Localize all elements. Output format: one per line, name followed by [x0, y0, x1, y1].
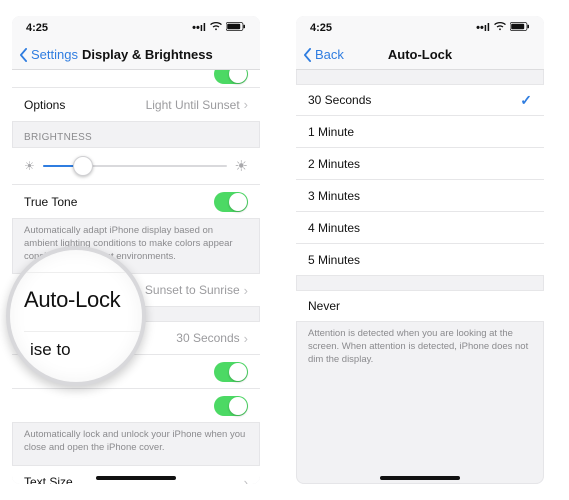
- autolock-option-label: Never: [308, 299, 340, 313]
- raise-note: Automatically lock and unlock your iPhon…: [12, 423, 260, 465]
- truetone-toggle[interactable]: [214, 192, 248, 212]
- magnifier-autolock-label: Auto-Lock: [24, 287, 142, 313]
- textsize-label: Text Size: [24, 475, 73, 484]
- status-bar: 4:25 ••ıl: [296, 16, 544, 40]
- chevron-right-icon: ›: [244, 331, 248, 346]
- appearance-toggle-partial[interactable]: [214, 70, 248, 84]
- autolock-option-label: 3 Minutes: [308, 189, 360, 203]
- brightness-slider-row: ☀︎ ☀︎: [12, 147, 260, 185]
- back-button[interactable]: Back: [302, 47, 344, 62]
- raise-toggle-2[interactable]: [214, 396, 248, 416]
- autolock-option[interactable]: 1 Minute: [296, 116, 544, 148]
- phone-autolock: 4:25 ••ıl Back Auto-Lock 30 Seconds ✓ 1 Mi…: [296, 16, 544, 484]
- textsize-row[interactable]: Text Size ›: [12, 465, 260, 484]
- autolock-option-label: 1 Minute: [308, 125, 354, 139]
- signal-icon: ••ıl: [192, 22, 206, 34]
- nav-bar: Settings Display & Brightness: [12, 40, 260, 70]
- page-title: Display & Brightness: [82, 47, 213, 62]
- autolock-option-label: 2 Minutes: [308, 157, 360, 171]
- autolock-option-label: 5 Minutes: [308, 253, 360, 267]
- options-value: Light Until Sunset: [146, 98, 240, 112]
- magnifier-partial-text: ise to: [30, 340, 142, 360]
- magnifier-callout: Auto-Lock ise to: [6, 246, 146, 386]
- signal-icon: ••ıl: [476, 22, 490, 34]
- sun-dim-icon: ☀︎: [24, 159, 35, 173]
- status-bar: 4:25 ••ıl: [12, 16, 260, 40]
- autolock-option[interactable]: 3 Minutes: [296, 180, 544, 212]
- wifi-icon: [210, 22, 222, 34]
- options-row[interactable]: Options Light Until Sunset ›: [12, 88, 260, 122]
- autolock-option[interactable]: 30 Seconds ✓: [296, 84, 544, 116]
- back-label: Settings: [31, 47, 78, 62]
- autolock-option-label: 4 Minutes: [308, 221, 360, 235]
- nav-bar: Back Auto-Lock: [296, 40, 544, 70]
- options-label: Options: [24, 98, 65, 112]
- raise-toggle-1[interactable]: [214, 362, 248, 382]
- home-indicator: [96, 476, 176, 480]
- battery-icon: [226, 22, 246, 34]
- autolock-option-label: 30 Seconds: [308, 93, 371, 107]
- chevron-right-icon: ›: [244, 475, 248, 484]
- battery-icon: [510, 22, 530, 34]
- autolock-option[interactable]: 5 Minutes: [296, 244, 544, 276]
- autolock-value: 30 Seconds: [176, 331, 239, 345]
- back-button[interactable]: Settings: [18, 47, 78, 62]
- autolock-option[interactable]: 4 Minutes: [296, 212, 544, 244]
- chevron-right-icon: ›: [244, 283, 248, 298]
- autolock-option[interactable]: 2 Minutes: [296, 148, 544, 180]
- checkmark-icon: ✓: [520, 92, 532, 109]
- brightness-slider[interactable]: [43, 165, 227, 167]
- chevron-right-icon: ›: [244, 97, 248, 112]
- autolock-footer: Attention is detected when you are looki…: [296, 322, 544, 376]
- status-time: 4:25: [26, 22, 48, 34]
- raise-row-2: [12, 389, 260, 423]
- brightness-section-header: BRIGHTNESS: [12, 122, 260, 147]
- autolock-option[interactable]: Never: [296, 290, 544, 322]
- truetone-label: True Tone: [24, 195, 77, 209]
- status-time: 4:25: [310, 22, 332, 34]
- sun-bright-icon: ☀︎: [235, 157, 248, 175]
- home-indicator: [380, 476, 460, 480]
- wifi-icon: [494, 22, 506, 34]
- back-label: Back: [315, 47, 344, 62]
- nightshift-value: Sunset to Sunrise: [145, 283, 240, 297]
- truetone-row: True Tone: [12, 185, 260, 219]
